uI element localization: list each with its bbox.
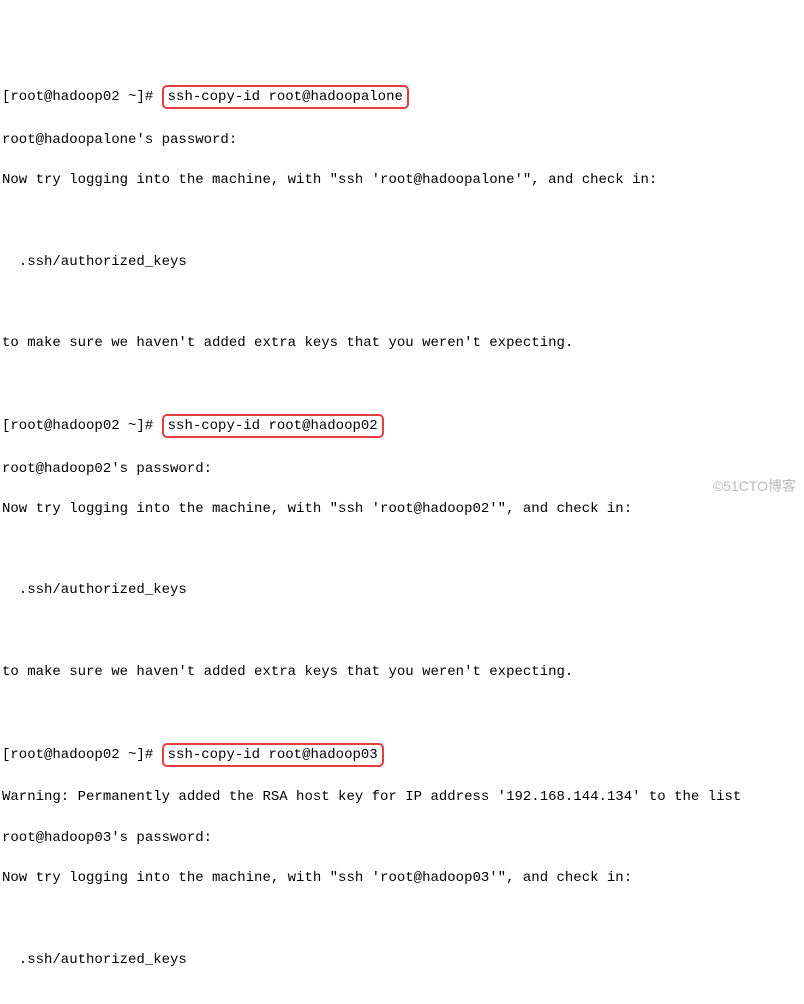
watermark-text: ©51CTO博客 (713, 476, 796, 496)
keys-path: .ssh/authorized_keys (2, 252, 802, 272)
blank-line (2, 990, 802, 1004)
password-prompt: root@hadoop03's password: (2, 828, 802, 848)
login-advice: Now try logging into the machine, with "… (2, 499, 802, 519)
blank-line (2, 211, 802, 231)
password-prompt: root@hadoop02's password: (2, 459, 802, 479)
warning-line: Warning: Permanently added the RSA host … (2, 787, 802, 807)
blank-line (2, 373, 802, 393)
keys-path: .ssh/authorized_keys (2, 950, 802, 970)
login-advice: Now try logging into the machine, with "… (2, 868, 802, 888)
prompt: [root@hadoop02 ~]# (2, 89, 153, 105)
password-prompt: root@hadoopalone's password: (2, 130, 802, 150)
blank-line (2, 621, 802, 641)
blank-line (2, 540, 802, 560)
command-highlight: ssh-copy-id root@hadoop02 (162, 414, 384, 438)
command-highlight: ssh-copy-id root@hadoop03 (162, 743, 384, 767)
blank-line (2, 702, 802, 722)
cmd-line-1: [root@hadoop02 ~]# ssh-copy-id root@hado… (2, 85, 802, 109)
cmd-line-2: [root@hadoop02 ~]# ssh-copy-id root@hado… (2, 414, 802, 438)
makesure-line: to make sure we haven't added extra keys… (2, 333, 802, 353)
blank-line (2, 292, 802, 312)
makesure-line: to make sure we haven't added extra keys… (2, 662, 802, 682)
blank-line (2, 909, 802, 929)
login-advice: Now try logging into the machine, with "… (2, 170, 802, 190)
cmd-line-3: [root@hadoop02 ~]# ssh-copy-id root@hado… (2, 743, 802, 767)
keys-path: .ssh/authorized_keys (2, 580, 802, 600)
prompt: [root@hadoop02 ~]# (2, 418, 153, 434)
prompt: [root@hadoop02 ~]# (2, 747, 153, 763)
command-highlight: ssh-copy-id root@hadoopalone (162, 85, 409, 109)
